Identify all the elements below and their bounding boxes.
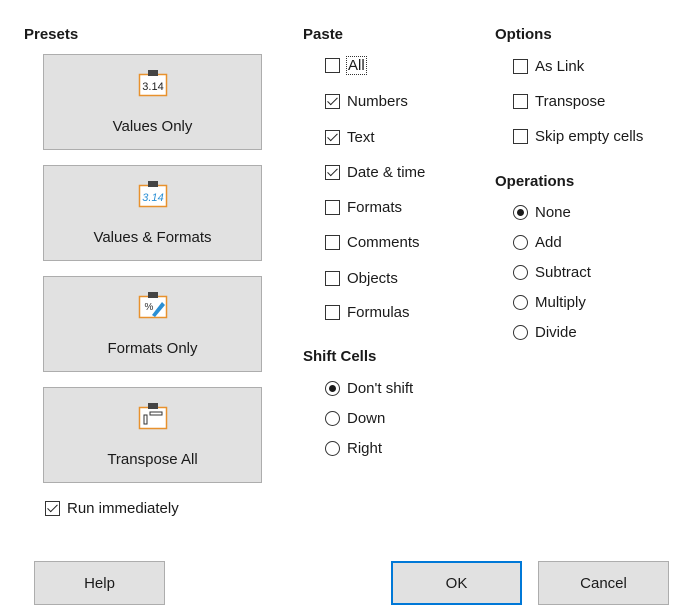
shift-down-label: Down xyxy=(347,409,386,427)
help-button[interactable]: Help xyxy=(34,561,165,605)
paste-date-time-box[interactable] xyxy=(325,164,340,180)
cancel-button[interactable]: Cancel xyxy=(538,561,669,605)
shift-dont-circle[interactable] xyxy=(325,380,340,396)
skip-empty-cells-label: Skip empty cells xyxy=(535,127,644,145)
paste-formulas-label: Formulas xyxy=(347,303,410,321)
values-only-label: Values Only xyxy=(112,118,193,135)
transpose-all-button[interactable]: Transpose All xyxy=(43,387,262,483)
paste-comments-checkbox[interactable]: Comments xyxy=(325,232,420,252)
transpose-box[interactable] xyxy=(513,93,528,109)
op-subtract-circle[interactable] xyxy=(513,264,528,280)
shift-down-circle[interactable] xyxy=(325,410,340,426)
skip-empty-cells-checkbox[interactable]: Skip empty cells xyxy=(513,126,643,146)
op-divide-circle[interactable] xyxy=(513,324,528,340)
op-multiply-label: Multiply xyxy=(535,293,586,311)
paste-comments-box[interactable] xyxy=(325,234,340,250)
run-immediately-label: Run immediately xyxy=(67,499,179,517)
shift-dont-radio[interactable]: Don't shift xyxy=(325,378,413,398)
op-subtract-label: Subtract xyxy=(535,263,591,281)
paste-formats-checkbox[interactable]: Formats xyxy=(325,197,402,217)
values-formats-label: Values & Formats xyxy=(93,229,212,246)
op-multiply-circle[interactable] xyxy=(513,294,528,310)
clipboard-values-icon: 3.14 xyxy=(138,68,168,98)
svg-text:3.14: 3.14 xyxy=(142,192,163,204)
transpose-all-label: Transpose All xyxy=(107,451,198,468)
shift-right-label: Right xyxy=(347,439,383,457)
run-immediately-box[interactable] xyxy=(45,500,60,516)
paste-all-label: All xyxy=(346,55,367,75)
paste-date-time-checkbox[interactable]: Date & time xyxy=(325,162,425,182)
paste-text-label: Text xyxy=(347,128,375,146)
paste-heading: Paste xyxy=(303,26,344,43)
formats-only-button[interactable]: % Formats Only xyxy=(43,276,262,372)
options-heading: Options xyxy=(495,26,552,43)
paste-numbers-box[interactable] xyxy=(325,93,340,109)
paste-formats-box[interactable] xyxy=(325,199,340,215)
paste-objects-label: Objects xyxy=(347,269,398,287)
paste-all-box[interactable] xyxy=(325,57,340,73)
op-add-circle[interactable] xyxy=(513,234,528,250)
values-only-button[interactable]: 3.14 Values Only xyxy=(43,54,262,150)
op-multiply-radio[interactable]: Multiply xyxy=(513,292,586,312)
paste-numbers-label: Numbers xyxy=(347,92,408,110)
skip-empty-cells-box[interactable] xyxy=(513,128,528,144)
clipboard-transpose-icon xyxy=(138,401,168,431)
op-add-label: Add xyxy=(535,233,562,251)
op-divide-label: Divide xyxy=(535,323,577,341)
values-formats-button[interactable]: 3.14 Values & Formats xyxy=(43,165,262,261)
paste-text-box[interactable] xyxy=(325,129,340,145)
as-link-checkbox[interactable]: As Link xyxy=(513,56,584,76)
paste-objects-checkbox[interactable]: Objects xyxy=(325,268,398,288)
paste-comments-label: Comments xyxy=(347,233,420,251)
svg-text:3.14: 3.14 xyxy=(142,81,163,93)
op-none-circle[interactable] xyxy=(513,204,528,220)
op-none-label: None xyxy=(535,203,571,221)
paste-formats-label: Formats xyxy=(347,198,403,216)
shift-right-circle[interactable] xyxy=(325,440,340,456)
clipboard-formats-icon: % xyxy=(138,290,168,320)
svg-text:%: % xyxy=(144,302,153,313)
op-subtract-radio[interactable]: Subtract xyxy=(513,262,591,282)
transpose-label: Transpose xyxy=(535,92,606,110)
presets-heading: Presets xyxy=(24,26,79,43)
operations-heading: Operations xyxy=(495,173,575,190)
op-divide-radio[interactable]: Divide xyxy=(513,322,577,342)
paste-text-checkbox[interactable]: Text xyxy=(325,127,375,147)
as-link-box[interactable] xyxy=(513,58,528,74)
transpose-checkbox[interactable]: Transpose xyxy=(513,91,605,111)
clipboard-values-formats-icon: 3.14 xyxy=(138,179,168,209)
as-link-label: As Link xyxy=(535,57,585,75)
shift-right-radio[interactable]: Right xyxy=(325,438,382,458)
shift-cells-heading: Shift Cells xyxy=(303,348,377,365)
ok-button[interactable]: OK xyxy=(391,561,522,605)
paste-numbers-checkbox[interactable]: Numbers xyxy=(325,91,408,111)
shift-down-radio[interactable]: Down xyxy=(325,408,385,428)
paste-all-checkbox[interactable]: All xyxy=(325,55,367,75)
shift-dont-label: Don't shift xyxy=(347,379,414,397)
op-none-radio[interactable]: None xyxy=(513,202,571,222)
paste-formulas-checkbox[interactable]: Formulas xyxy=(325,302,410,322)
paste-objects-box[interactable] xyxy=(325,270,340,286)
run-immediately-checkbox[interactable]: Run immediately xyxy=(45,498,179,518)
paste-date-time-label: Date & time xyxy=(347,163,426,181)
formats-only-label: Formats Only xyxy=(107,340,198,357)
op-add-radio[interactable]: Add xyxy=(513,232,562,252)
paste-formulas-box[interactable] xyxy=(325,304,340,320)
